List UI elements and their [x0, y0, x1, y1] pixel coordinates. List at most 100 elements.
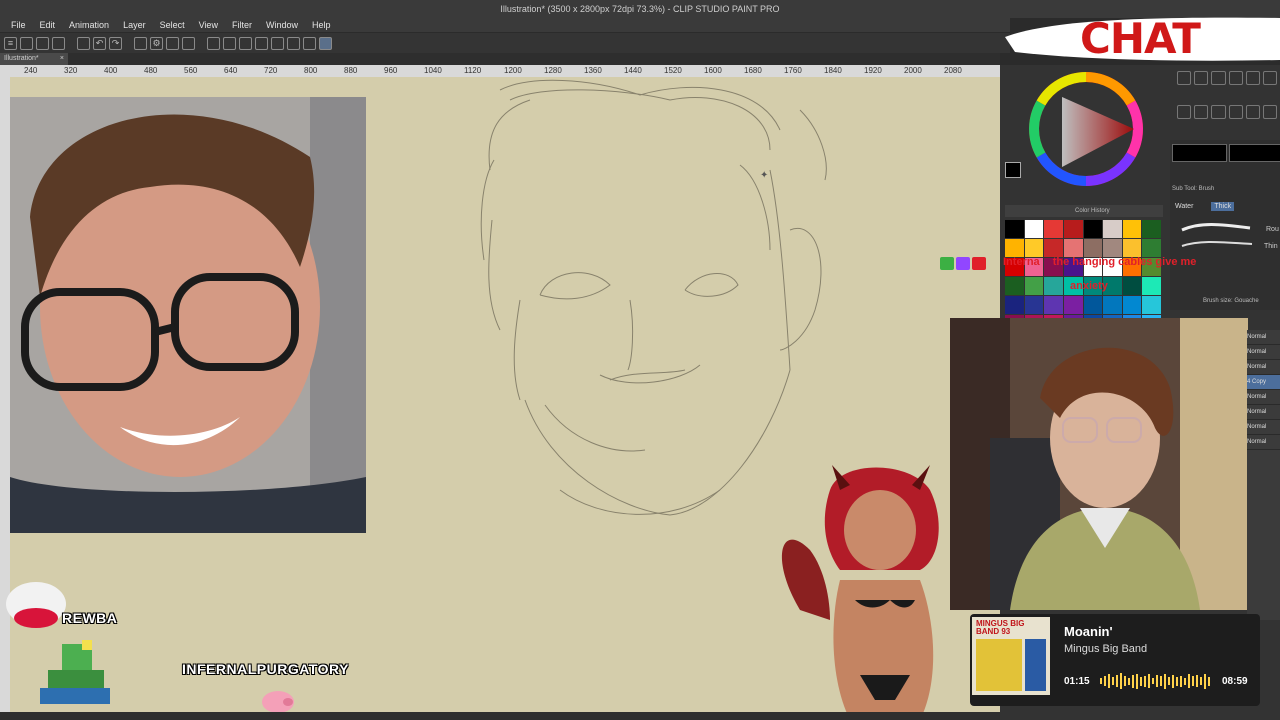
layer-icon[interactable]: [182, 36, 195, 50]
fill-icon[interactable]: [166, 36, 179, 50]
layer-panel: Normal Normal Normal 4 Copy Normal Normal Norm…: [1247, 330, 1280, 620]
close-icon[interactable]: ×: [60, 53, 64, 65]
new-file-icon[interactable]: [20, 36, 33, 50]
menu-animation[interactable]: Animation: [62, 20, 116, 30]
ruler-tick: 800: [304, 66, 318, 75]
visualizer-bar: [1156, 675, 1158, 687]
palette-swatch[interactable]: [1122, 239, 1142, 257]
layer-row[interactable]: Normal: [1247, 435, 1280, 450]
palette-swatch[interactable]: [1142, 239, 1161, 257]
palette-swatch[interactable]: [1024, 239, 1044, 257]
layer-row[interactable]: 4 Copy: [1247, 375, 1280, 390]
crop-icon[interactable]: [223, 36, 236, 50]
brush-stroke-preview: [1181, 223, 1253, 247]
visualizer-bar: [1120, 673, 1122, 689]
panel-icon[interactable]: [1211, 71, 1226, 85]
menu-edit[interactable]: Edit: [33, 20, 63, 30]
panel-icon[interactable]: [1177, 71, 1192, 85]
menu-window[interactable]: Window: [259, 20, 305, 30]
layer-row[interactable]: Normal: [1247, 345, 1280, 360]
brush-size-label: Brush size: Gouache: [1203, 298, 1259, 304]
palette-swatch[interactable]: [1122, 277, 1142, 295]
panel-icon[interactable]: [1245, 104, 1260, 119]
visualizer-bar: [1136, 673, 1138, 689]
palette-swatch[interactable]: [1142, 220, 1161, 238]
tab-water[interactable]: Water: [1175, 203, 1193, 210]
palette-swatch[interactable]: [1005, 239, 1024, 257]
palette-swatch[interactable]: [1063, 296, 1083, 314]
layer-row[interactable]: Normal: [1247, 405, 1280, 420]
layer-row[interactable]: Normal: [1247, 420, 1280, 435]
visualizer-bar: [1108, 674, 1110, 688]
sub-color-swatch[interactable]: [1229, 144, 1280, 162]
palette-swatch[interactable]: [1063, 239, 1083, 257]
color-wheel[interactable]: [1024, 67, 1154, 197]
canvas-tab[interactable]: Illustration* ×: [0, 53, 68, 65]
open-file-icon[interactable]: [36, 36, 49, 50]
palette-swatch[interactable]: [1024, 220, 1044, 238]
panel-icon[interactable]: [1177, 104, 1192, 119]
main-color-swatch[interactable]: [1172, 144, 1227, 162]
menu-layer[interactable]: Layer: [116, 20, 153, 30]
panel-icon[interactable]: [1194, 104, 1209, 119]
undo-icon[interactable]: ↶: [93, 36, 106, 50]
guide-icon[interactable]: [287, 36, 300, 50]
menu-file[interactable]: File: [4, 20, 33, 30]
palette-swatch[interactable]: [1142, 277, 1161, 295]
panel-icon[interactable]: [1262, 104, 1277, 119]
palette-swatch[interactable]: [1044, 239, 1063, 257]
menu-select[interactable]: Select: [153, 20, 192, 30]
panel-icon[interactable]: [1211, 104, 1226, 119]
chat-username: Interna: [1003, 256, 1040, 268]
menu-icon[interactable]: ≡: [4, 36, 17, 50]
tab-thick[interactable]: Thick: [1211, 202, 1235, 211]
pig-sprite: [258, 686, 298, 714]
panel-icon-bar: [1174, 68, 1280, 138]
brush-tabs: Water Thick: [1175, 202, 1235, 211]
palette-swatch[interactable]: [1142, 296, 1161, 314]
panel-icon[interactable]: [1262, 71, 1277, 85]
palette-swatch[interactable]: [1044, 277, 1063, 295]
snap-ruler-icon[interactable]: [319, 36, 332, 50]
palette-swatch[interactable]: [1083, 220, 1103, 238]
palette-swatch[interactable]: [1122, 220, 1142, 238]
palette-swatch[interactable]: [1044, 296, 1063, 314]
palette-swatch[interactable]: [1024, 277, 1044, 295]
foreground-color-swatch[interactable]: [1005, 162, 1021, 178]
menu-filter[interactable]: Filter: [225, 20, 259, 30]
palette-swatch[interactable]: [1103, 220, 1122, 238]
palette-swatch[interactable]: [1005, 220, 1024, 238]
panel-icon[interactable]: [1194, 71, 1209, 85]
palette-swatch[interactable]: [1083, 239, 1103, 257]
redo-icon[interactable]: ↷: [109, 36, 122, 50]
layer-row[interactable]: Normal: [1247, 390, 1280, 405]
palette-swatch[interactable]: [1122, 296, 1142, 314]
transform-icon[interactable]: [134, 36, 147, 50]
settings-icon[interactable]: ⚙: [150, 36, 163, 50]
panel-icon[interactable]: [1228, 104, 1243, 119]
palette-swatch[interactable]: [1083, 296, 1103, 314]
visualizer-bar: [1192, 676, 1194, 686]
save-icon[interactable]: [52, 36, 65, 50]
ruler-icon[interactable]: [239, 36, 252, 50]
selection-icon[interactable]: [207, 36, 220, 50]
menu-view[interactable]: View: [192, 20, 225, 30]
menu-help[interactable]: Help: [305, 20, 338, 30]
clear-icon[interactable]: [77, 36, 90, 50]
layer-row[interactable]: Normal: [1247, 330, 1280, 345]
palette-swatch[interactable]: [1103, 239, 1122, 257]
panel-icon[interactable]: [1245, 71, 1260, 85]
palette-swatch[interactable]: [1005, 277, 1024, 295]
perspective-icon[interactable]: [303, 36, 316, 50]
palette-swatch[interactable]: [1024, 296, 1044, 314]
palette-swatch[interactable]: [1005, 296, 1024, 314]
snap-icon[interactable]: [271, 36, 284, 50]
layer-row[interactable]: Normal: [1247, 360, 1280, 375]
palette-swatch[interactable]: [1063, 220, 1083, 238]
color-history-tab[interactable]: Color History: [1005, 205, 1163, 217]
ruler-tick: 320: [64, 66, 78, 75]
grid-icon[interactable]: [255, 36, 268, 50]
panel-icon[interactable]: [1228, 71, 1243, 85]
palette-swatch[interactable]: [1103, 296, 1122, 314]
palette-swatch[interactable]: [1044, 220, 1063, 238]
